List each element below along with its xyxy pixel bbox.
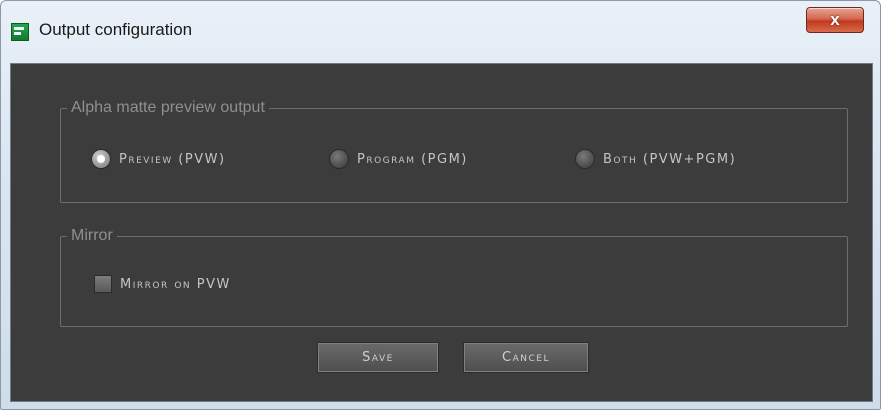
save-button[interactable]: Save (317, 342, 439, 373)
radio-program-label[interactable]: Program (PGM) (357, 152, 468, 167)
radio-option-program[interactable]: Program (PGM) (329, 147, 468, 171)
app-icon (11, 23, 29, 41)
mirror-checkbox-label[interactable]: Mirror on PVW (120, 277, 231, 292)
radio-preview-label[interactable]: Preview (PVW) (119, 152, 226, 167)
radio-both[interactable] (575, 149, 595, 169)
window-title: Output configuration (39, 20, 193, 39)
radio-option-both[interactable]: Both (PVW+PGM) (575, 147, 736, 171)
mirror-legend: Mirror (71, 227, 113, 244)
radio-program[interactable] (329, 149, 349, 169)
radio-both-label[interactable]: Both (PVW+PGM) (603, 152, 736, 167)
output-configuration-window: Output configuration x Alpha matte previ… (0, 0, 881, 410)
mirror-checkbox-row[interactable]: Mirror on PVW (94, 273, 231, 295)
cancel-button[interactable]: Cancel (463, 342, 589, 373)
dialog-body: Alpha matte preview output Preview (PVW)… (10, 63, 873, 402)
radio-preview[interactable] (91, 149, 111, 169)
title-bar[interactable]: Output configuration x (1, 1, 880, 63)
mirror-checkbox[interactable] (94, 275, 112, 293)
close-button[interactable]: x (806, 7, 864, 33)
radio-option-preview[interactable]: Preview (PVW) (91, 147, 226, 171)
alpha-matte-legend: Alpha matte preview output (71, 99, 265, 116)
close-icon: x (830, 10, 840, 29)
